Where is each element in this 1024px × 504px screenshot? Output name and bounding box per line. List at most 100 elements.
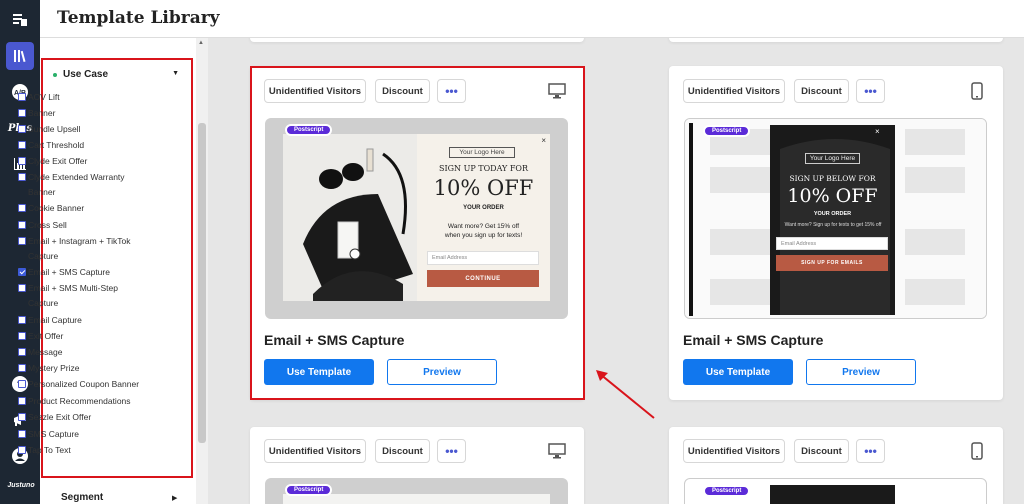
filter-option-label: Email Capture bbox=[28, 315, 82, 325]
filter-option-label: Cart Threshold bbox=[28, 140, 85, 150]
checkbox[interactable] bbox=[18, 93, 26, 101]
filter-option-label: Banner bbox=[28, 108, 56, 118]
checkbox[interactable] bbox=[18, 316, 26, 324]
annotation-arrow bbox=[596, 370, 655, 419]
more-tags-button[interactable]: ••• bbox=[437, 439, 466, 463]
dashboard-icon[interactable] bbox=[6, 6, 34, 34]
checkbox[interactable] bbox=[18, 125, 26, 133]
checkbox[interactable] bbox=[18, 332, 26, 340]
filter-option[interactable]: Personalized Coupon Banner bbox=[18, 377, 148, 392]
checkbox[interactable] bbox=[18, 284, 26, 292]
checkbox[interactable] bbox=[18, 157, 26, 165]
filter-option-label: Exit Offer bbox=[28, 331, 64, 341]
template-preview[interactable]: Postscript bbox=[684, 478, 987, 504]
tag-visitors[interactable]: Unidentified Visitors bbox=[683, 79, 785, 103]
highlight-box bbox=[250, 66, 585, 400]
checkbox-checked[interactable] bbox=[18, 268, 26, 276]
tag-visitors[interactable]: Unidentified Visitors bbox=[264, 439, 366, 463]
filter-option[interactable]: Sezzle Exit Offer bbox=[18, 410, 148, 425]
close-icon[interactable]: × bbox=[875, 127, 880, 136]
more-tags-button[interactable]: ••• bbox=[856, 439, 885, 463]
filter-option-label: Email + SMS Multi-Step Capture bbox=[28, 283, 118, 308]
use-case-label: Use Case bbox=[63, 69, 109, 80]
tag-discount[interactable]: Discount bbox=[794, 79, 849, 103]
checkbox[interactable] bbox=[18, 397, 26, 405]
popup-offer: 10% OFF bbox=[787, 185, 878, 207]
filter-option-label: Tap To Text bbox=[28, 445, 71, 455]
postscript-badge: Postscript bbox=[703, 485, 751, 497]
preview-button[interactable]: Preview bbox=[806, 359, 916, 385]
filter-option[interactable]: Email + SMS Multi-Step Capture bbox=[18, 281, 148, 311]
desktop-icon bbox=[548, 443, 566, 459]
template-card[interactable]: Unidentified Visitors Discount ••• Posts… bbox=[250, 427, 584, 504]
caret-right-icon[interactable]: ▶ bbox=[172, 494, 177, 502]
filter-option[interactable]: Email + SMS Capture bbox=[18, 265, 148, 280]
filter-option-label: SMS Capture bbox=[28, 429, 80, 439]
library-icon[interactable] bbox=[6, 42, 34, 70]
template-card[interactable]: Unidentified Visitors Discount ••• Posts… bbox=[669, 427, 1003, 504]
filter-option-label: Product Recommendations bbox=[28, 396, 131, 406]
filter-option[interactable]: Banner bbox=[18, 106, 148, 121]
filter-option[interactable]: Cart Threshold bbox=[18, 138, 148, 153]
page-header: Template Library bbox=[40, 0, 1024, 38]
template-preview[interactable]: Postscript bbox=[265, 478, 568, 504]
filter-option[interactable]: Product Recommendations bbox=[18, 394, 148, 409]
brand-logo: Justuno bbox=[7, 482, 35, 489]
filter-scrollbar[interactable]: ▲ bbox=[196, 38, 208, 504]
logo-placeholder: Your Logo Here bbox=[805, 153, 860, 164]
checkbox[interactable] bbox=[18, 109, 26, 117]
caret-down-icon[interactable]: ▼ bbox=[172, 70, 179, 77]
filter-option[interactable]: Clyde Exit Offer bbox=[18, 154, 148, 169]
filter-option-label: Clyde Extended Warranty Banner bbox=[28, 172, 125, 197]
scrollbar-thumb[interactable] bbox=[198, 123, 206, 443]
filter-option-label: Cross Sell bbox=[28, 220, 67, 230]
checkbox[interactable] bbox=[18, 173, 26, 181]
template-preview[interactable]: Postscript × Your Logo Here SIGN UP BELO… bbox=[684, 118, 987, 319]
popup-body-1: Want more? Sign up for texts to get 15% … bbox=[784, 222, 882, 228]
filter-option[interactable]: Cookie Banner bbox=[18, 201, 148, 216]
popup-subline: YOUR ORDER bbox=[813, 211, 852, 217]
filter-option[interactable]: Exit Offer bbox=[18, 329, 148, 344]
more-tags-button[interactable]: ••• bbox=[856, 79, 885, 103]
template-card[interactable]: Unidentified Visitors Discount ••• Posts… bbox=[669, 66, 1003, 400]
filter-option-label: Email + Instagram + TikTok Capture bbox=[28, 236, 131, 261]
filter-option-label: Clyde Exit Offer bbox=[28, 156, 88, 166]
email-input[interactable]: Email Address bbox=[776, 237, 888, 250]
page-title: Template Library bbox=[57, 8, 220, 28]
filter-option[interactable]: Clyde Extended Warranty Banner bbox=[18, 170, 148, 200]
checkbox[interactable] bbox=[18, 380, 26, 388]
card-title: Email + SMS Capture bbox=[683, 332, 824, 348]
segment-filter-label[interactable]: Segment bbox=[61, 492, 103, 503]
filter-option[interactable]: Tap To Text bbox=[18, 443, 148, 458]
filter-option[interactable]: AOV Lift bbox=[18, 90, 148, 105]
mobile-icon bbox=[971, 442, 989, 460]
use-case-toggle[interactable]: Use Case ▼ bbox=[53, 69, 183, 80]
tag-visitors[interactable]: Unidentified Visitors bbox=[683, 439, 785, 463]
filter-option[interactable]: Bundle Upsell bbox=[18, 122, 148, 137]
filter-option[interactable]: SMS Capture bbox=[18, 427, 148, 442]
filter-option[interactable]: Cross Sell bbox=[18, 218, 148, 233]
scroll-up-icon[interactable]: ▲ bbox=[198, 40, 204, 46]
filter-option-label: Cookie Banner bbox=[28, 203, 85, 213]
checkbox[interactable] bbox=[18, 413, 26, 421]
filter-option[interactable]: Mystery Prize bbox=[18, 361, 148, 376]
checkbox[interactable] bbox=[18, 204, 26, 212]
checkbox[interactable] bbox=[18, 221, 26, 229]
use-template-button[interactable]: Use Template bbox=[683, 359, 793, 385]
tag-discount[interactable]: Discount bbox=[794, 439, 849, 463]
checkbox[interactable] bbox=[18, 141, 26, 149]
filter-option-label: AOV Lift bbox=[28, 92, 60, 102]
filter-option[interactable]: Message bbox=[18, 345, 148, 360]
checkbox[interactable] bbox=[18, 446, 26, 454]
filter-option[interactable]: Email + Instagram + TikTok Capture bbox=[18, 234, 148, 264]
postscript-badge: Postscript bbox=[285, 484, 333, 496]
filter-option-label: Personalized Coupon Banner bbox=[28, 379, 140, 389]
checkbox[interactable] bbox=[18, 348, 26, 356]
signup-button[interactable]: SIGN UP FOR EMAILS bbox=[776, 255, 888, 271]
tag-discount[interactable]: Discount bbox=[375, 439, 430, 463]
filter-option[interactable]: Email Capture bbox=[18, 313, 148, 328]
checkbox[interactable] bbox=[18, 364, 26, 372]
checkbox[interactable] bbox=[18, 430, 26, 438]
checkbox[interactable] bbox=[18, 237, 26, 245]
active-dot-icon bbox=[53, 72, 57, 77]
